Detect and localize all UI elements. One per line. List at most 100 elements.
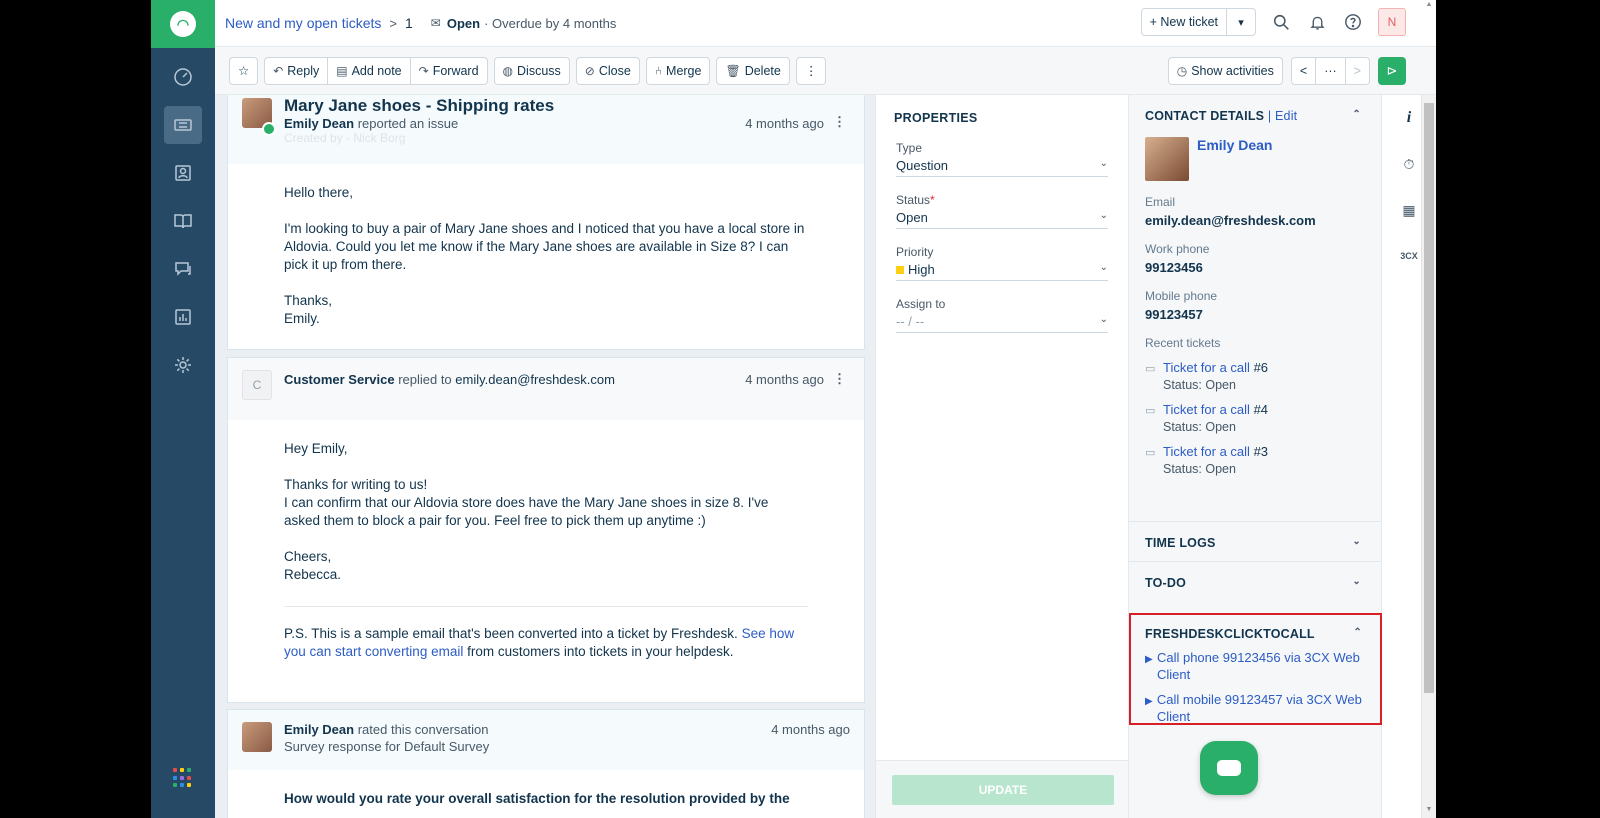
nav-reports-icon[interactable] bbox=[164, 298, 202, 336]
recent-tickets-label: Recent tickets bbox=[1145, 336, 1221, 350]
reply-button[interactable]: ↶ Reply bbox=[264, 56, 329, 85]
scroll-up-arrow-icon[interactable]: ▲ bbox=[1422, 1, 1436, 11]
reporter-name[interactable]: Emily Dean bbox=[284, 116, 354, 131]
freshdesk-app: ◠ New and my open tickets > 1 ✉ Open · O… bbox=[151, 0, 1436, 818]
conversation-pane: Mary Jane shoes - Shipping rates Emily D… bbox=[215, 95, 875, 818]
rating-author[interactable]: Emily Dean bbox=[284, 722, 354, 737]
new-ticket-label[interactable]: + New ticket bbox=[1142, 9, 1227, 35]
ticket-toolbar: ☆ ↶ Reply ▤ Add note ↷ Forward ◍ Discuss ⊘ Cl… bbox=[215, 47, 1436, 95]
chevron-up-icon[interactable]: ⌃ bbox=[1352, 109, 1361, 120]
note-icon: ▤ bbox=[336, 63, 348, 78]
time-logs-section[interactable]: TIME LOGS ⌄ bbox=[1129, 521, 1381, 562]
divider bbox=[284, 606, 808, 607]
email-source-icon: ✉ bbox=[430, 16, 441, 30]
star-button[interactable]: ☆ bbox=[229, 56, 259, 85]
call-phone-label[interactable]: Call phone 99123456 via 3CX Web Client bbox=[1157, 649, 1362, 683]
ticket-list-button[interactable]: ··· bbox=[1315, 57, 1346, 85]
assign-value[interactable]: -- / -- bbox=[896, 314, 924, 329]
more-actions-button[interactable]: ⋮ bbox=[795, 56, 827, 85]
reply-signoff: Cheers, bbox=[284, 549, 332, 564]
status-value[interactable]: Open bbox=[896, 210, 928, 225]
nav-solutions-icon[interactable] bbox=[164, 202, 202, 240]
edit-contact-link[interactable]: | Edit bbox=[1268, 109, 1297, 123]
apps-grid-icon[interactable] bbox=[173, 768, 193, 788]
merge-button[interactable]: ⑃ Merge bbox=[645, 56, 711, 85]
ticket-icon: ▭ bbox=[1145, 363, 1156, 375]
forward-label: Forward bbox=[432, 63, 479, 78]
more-vertical-icon: ⋮ bbox=[804, 64, 818, 78]
recent-ticket-title[interactable]: Ticket for a call bbox=[1163, 402, 1250, 417]
chevron-up-icon[interactable]: ⌃ bbox=[1353, 627, 1362, 638]
created-by-text: Created by - Nick Borg bbox=[284, 131, 406, 145]
breadcrumb-view-link[interactable]: New and my open tickets bbox=[225, 15, 381, 31]
chevron-down-icon: ⌄ bbox=[1352, 576, 1361, 587]
discuss-button[interactable]: ◍ Discuss bbox=[493, 56, 570, 85]
recent-ticket-item[interactable]: ▭ Ticket for a call #4 Status: Open bbox=[1145, 402, 1361, 434]
priority-value[interactable]: High bbox=[908, 262, 935, 277]
notifications-bell-icon[interactable] bbox=[1306, 11, 1328, 33]
work-phone-label: Work phone bbox=[1145, 242, 1210, 256]
call-phone-link[interactable]: ▶ Call phone 99123456 via 3CX Web Client bbox=[1145, 649, 1362, 683]
click-to-call-section: FRESHDESKCLICKTOCALL ⌃ ▶ Call phone 991234… bbox=[1129, 613, 1382, 725]
add-note-label: Add note bbox=[351, 63, 402, 78]
update-button[interactable]: UPDATE bbox=[892, 775, 1114, 805]
add-note-button[interactable]: ▤ Add note bbox=[327, 56, 411, 85]
next-ticket-button[interactable]: > bbox=[1344, 57, 1370, 85]
replied-to-text: replied to bbox=[398, 372, 452, 387]
contact-avatar[interactable] bbox=[1145, 137, 1189, 181]
play-triangle-icon: ▶ bbox=[1145, 696, 1153, 707]
reply-more-icon[interactable]: ⋮ bbox=[833, 371, 846, 387]
nav-dashboard-icon[interactable] bbox=[164, 58, 202, 96]
page-scrollbar[interactable]: ▲ ▼ bbox=[1421, 1, 1436, 818]
scroll-down-arrow-icon[interactable]: ▼ bbox=[1422, 806, 1436, 816]
recent-ticket-status: Status: Open bbox=[1163, 420, 1236, 434]
type-field[interactable]: Type Question ⌄ bbox=[896, 141, 1108, 177]
rating-author-avatar[interactable] bbox=[242, 722, 272, 752]
star-icon: ☆ bbox=[238, 64, 250, 78]
status-field[interactable]: Status* Open ⌄ bbox=[896, 193, 1108, 229]
recent-ticket-title[interactable]: Ticket for a call bbox=[1163, 360, 1250, 375]
nav-tickets-icon[interactable] bbox=[164, 106, 202, 144]
show-activities-label: Show activities bbox=[1191, 64, 1274, 78]
chevron-left-icon: < bbox=[1299, 64, 1308, 78]
reply-author[interactable]: Customer Service bbox=[284, 372, 395, 387]
update-bar: UPDATE bbox=[876, 760, 1128, 818]
contact-name[interactable]: Emily Dean bbox=[1197, 137, 1272, 181]
help-question-icon[interactable] bbox=[1342, 11, 1364, 33]
forward-button[interactable]: ↷ Forward bbox=[409, 56, 488, 85]
nav-admin-gear-icon[interactable] bbox=[164, 346, 202, 384]
mobile-phone-value: 99123457 bbox=[1145, 307, 1203, 322]
time-logs-title: TIME LOGS bbox=[1145, 536, 1216, 550]
nav-forums-icon[interactable] bbox=[164, 250, 202, 288]
call-mobile-label[interactable]: Call mobile 99123457 via 3CX Web Client bbox=[1157, 691, 1362, 725]
call-mobile-link[interactable]: ▶ Call mobile 99123457 via 3CX Web Client bbox=[1145, 691, 1362, 725]
type-value[interactable]: Question bbox=[896, 158, 948, 173]
reply-label: Reply bbox=[287, 63, 320, 78]
previous-ticket-button[interactable]: < bbox=[1290, 57, 1317, 85]
todo-section[interactable]: TO-DO ⌄ bbox=[1129, 561, 1381, 602]
close-ticket-button[interactable]: ⊘ Close bbox=[575, 56, 640, 85]
new-ticket-button[interactable]: + New ticket ▾ bbox=[1140, 8, 1256, 36]
chat-widget-button[interactable] bbox=[1200, 741, 1258, 795]
ps-note: P.S. This is a sample email that's been … bbox=[284, 625, 808, 661]
left-nav: ◠ bbox=[151, 0, 215, 818]
nav-contacts-icon[interactable] bbox=[164, 154, 202, 192]
recent-ticket-item[interactable]: ▭ Ticket for a call #3 Status: Open bbox=[1145, 444, 1361, 476]
ticket-more-icon[interactable]: ⋮ bbox=[833, 114, 846, 130]
search-icon[interactable] bbox=[1270, 11, 1292, 33]
properties-panel: PROPERTIES Type Question ⌄ Status* Open ⌄ … bbox=[875, 95, 1129, 818]
new-ticket-dropdown-chevron-down-icon[interactable]: ▾ bbox=[1227, 9, 1255, 35]
email-label: Email bbox=[1145, 195, 1176, 209]
assign-field[interactable]: Assign to -- / -- ⌄ bbox=[896, 297, 1108, 333]
priority-field[interactable]: Priority High ⌄ bbox=[896, 245, 1108, 281]
scrollbar-thumb[interactable] bbox=[1424, 103, 1434, 693]
recent-ticket-item[interactable]: ▭ Ticket for a call #6 Status: Open bbox=[1145, 360, 1361, 392]
user-avatar[interactable]: N bbox=[1378, 8, 1406, 36]
recent-ticket-title[interactable]: Ticket for a call bbox=[1163, 444, 1250, 459]
delete-button[interactable]: 🗑 Delete bbox=[716, 56, 790, 85]
show-activities-button[interactable]: ◷ Show activities bbox=[1167, 57, 1283, 85]
reply-signature: Rebecca. bbox=[284, 567, 342, 582]
toggle-sidebar-button[interactable]: ⊳ bbox=[1378, 57, 1406, 85]
freshdesk-logo[interactable]: ◠ bbox=[151, 0, 215, 48]
priority-label: Priority bbox=[896, 245, 934, 259]
